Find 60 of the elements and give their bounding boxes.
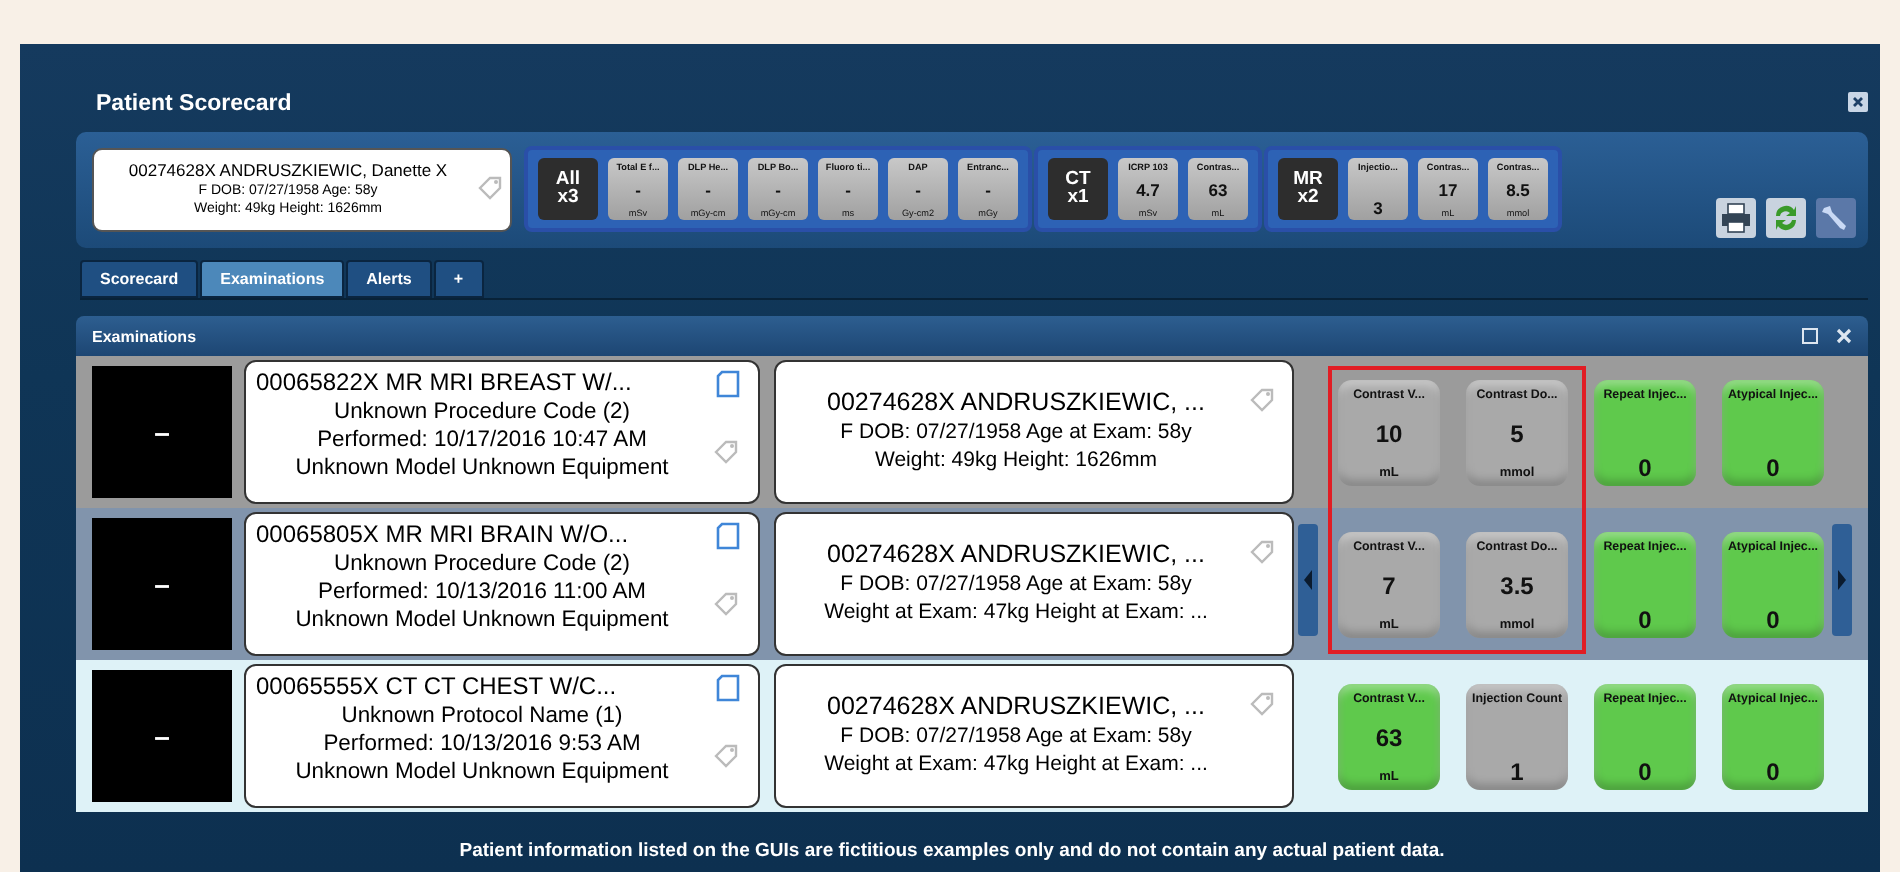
disclaimer: Patient information listed on the GUIs are fictitious examples only and do not contain any actual patient data.	[457, 840, 1447, 862]
patient-card[interactable]: 00274628X ANDRUSZKIEWIC, ... F DOB: 07/27/1958 Age at Exam: 58y Weight: 49kg Height: 1626mm	[774, 360, 1294, 504]
patient-name: 00274628X ANDRUSZKIEWIC, Danette X	[126, 160, 450, 180]
exam-detail: Unknown Model Unknown Equipment	[293, 608, 671, 632]
tag-icon[interactable]	[476, 174, 504, 202]
exam-row[interactable]	[76, 508, 1868, 660]
tag-icon[interactable]	[712, 590, 740, 618]
patient-detail: F DOB: 07/27/1958 Age at Exam: 58y	[838, 420, 1194, 444]
patient-detail: F DOB: 07/27/1958 Age at Exam: 58y	[838, 572, 1194, 596]
wrench-icon[interactable]	[1816, 198, 1856, 238]
exam-detail: Unknown Protocol Name (1)	[339, 704, 625, 728]
tag-icon[interactable]	[1248, 538, 1276, 566]
summary-tile[interactable]: MR x2	[1278, 157, 1338, 219]
document-icon[interactable]	[716, 674, 740, 702]
tag-icon[interactable]	[712, 438, 740, 466]
summary-tile[interactable]: All x3	[538, 157, 598, 219]
patient-detail: F DOB: 07/27/1958 Age at Exam: 58y	[838, 724, 1194, 748]
patient-name: 00274628X ANDRUSZKIEWIC, ...	[825, 692, 1207, 720]
thumbnail-text: –	[154, 416, 170, 448]
exam-detail: Performed: 10/13/2016 9:53 AM	[321, 732, 643, 756]
exam-title: 00065805X MR MRI BRAIN W/O...	[254, 520, 631, 548]
exam-detail: Performed: 10/17/2016 10:47 AM	[315, 428, 649, 452]
window-title: Patient Scorecard	[94, 92, 292, 120]
patient-detail: Weight at Exam: 47kg Height at Exam: ...	[822, 600, 1210, 624]
exam-detail: Unknown Procedure Code (2)	[332, 400, 632, 424]
patient-detail: Weight: 49kg Height: 1626mm	[872, 448, 1160, 472]
exam-detail: Unknown Model Unknown Equipment	[293, 760, 671, 784]
exam-row[interactable]	[76, 356, 1868, 508]
print-icon[interactable]	[1716, 198, 1756, 238]
tag-icon[interactable]	[1248, 386, 1276, 414]
patient-name: 00274628X ANDRUSZKIEWIC, ...	[825, 388, 1207, 416]
tab[interactable]: Scorecard	[80, 260, 199, 298]
tag-icon[interactable]	[712, 742, 740, 770]
document-icon[interactable]	[716, 522, 740, 550]
tab[interactable]: Examinations	[200, 260, 345, 298]
summary-tile[interactable]: CT x1	[1048, 157, 1108, 219]
document-icon[interactable]	[716, 370, 740, 398]
close-icon[interactable]	[1836, 328, 1852, 344]
exam-detail: Performed: 10/13/2016 11:00 AM	[316, 580, 648, 604]
patient-card[interactable]: 00274628X ANDRUSZKIEWIC, ... F DOB: 07/27/1958 Age at Exam: 58y Weight at Exam: 47kg Height at Exam: ...	[774, 512, 1294, 656]
exam-title: 00065822X MR MRI BREAST W/...	[254, 368, 634, 396]
thumbnail-text: –	[154, 720, 170, 752]
maximize-icon[interactable]	[1802, 328, 1818, 344]
tab[interactable]: +	[433, 260, 484, 298]
tab[interactable]: Alerts	[346, 260, 432, 298]
exam-card[interactable]: 00065805X MR MRI BRAIN W/O... Unknown Procedure Code (2) Performed: 10/13/2016 11:00 AM Unknown Model Unknown Equipment	[244, 512, 760, 656]
thumbnail-text: –	[154, 568, 170, 600]
refresh-icon[interactable]	[1766, 198, 1806, 238]
patient-name: 00274628X ANDRUSZKIEWIC, ...	[825, 540, 1207, 568]
panel-title: Examinations	[92, 327, 197, 345]
exam-detail: Unknown Model Unknown Equipment	[293, 456, 671, 480]
close-icon[interactable]	[1848, 92, 1868, 112]
exam-card[interactable]: 00065555X CT CT CHEST W/C... Unknown Protocol Name (1) Performed: 10/13/2016 9:53 AM Unknown Model Unknown Equipment	[244, 664, 760, 808]
exam-title: 00065555X CT CT CHEST W/C...	[254, 672, 619, 700]
patient-card[interactable]: 00274628X ANDRUSZKIEWIC, ... F DOB: 07/27/1958 Age at Exam: 58y Weight at Exam: 47kg Height at Exam: ...	[774, 664, 1294, 808]
exam-detail: Unknown Procedure Code (2)	[332, 552, 632, 576]
exam-row[interactable]	[76, 660, 1868, 812]
patient-detail: Weight at Exam: 47kg Height at Exam: ...	[822, 752, 1210, 776]
exam-card[interactable]: 00065822X MR MRI BREAST W/... Unknown Procedure Code (2) Performed: 10/17/2016 10:47 AM Unknown Model Unknown Equipment	[244, 360, 760, 504]
tag-icon[interactable]	[1248, 690, 1276, 718]
